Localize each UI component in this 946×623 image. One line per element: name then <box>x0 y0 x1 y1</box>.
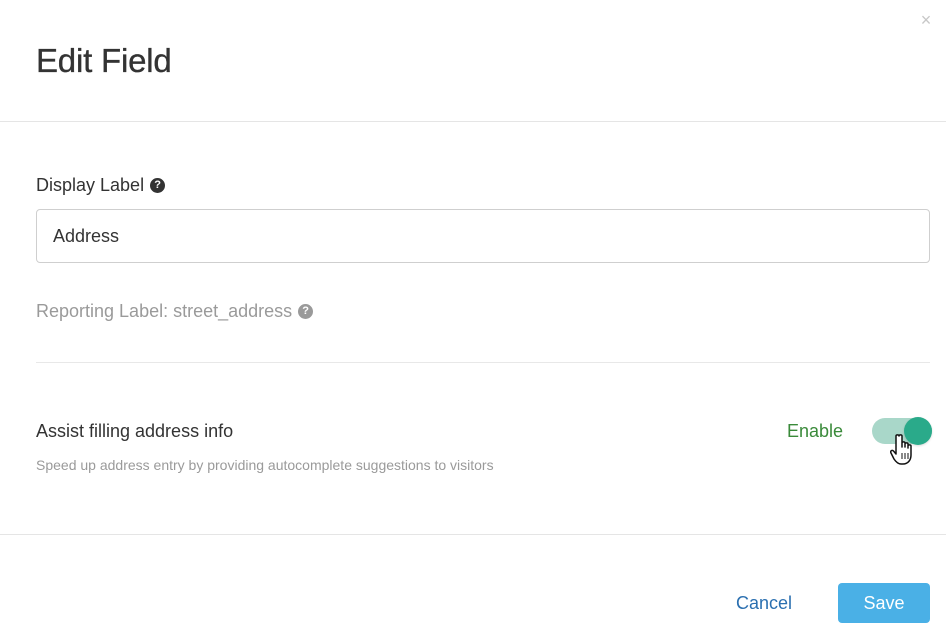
modal-body: Display Label ? Reporting Label: street_… <box>0 121 946 534</box>
section-divider <box>36 362 930 363</box>
enable-label: Enable <box>787 421 844 441</box>
reporting-label-row: Reporting Label: street_address ? <box>36 301 314 322</box>
reporting-label-text: Reporting Label: street_address <box>36 301 293 321</box>
modal-title: Edit Field <box>36 42 172 79</box>
close-icon[interactable]: × <box>918 11 934 29</box>
hand-cursor-icon <box>890 434 912 465</box>
modal-header: Edit Field × <box>0 0 946 122</box>
display-label-input[interactable] <box>36 209 930 263</box>
question-circle-icon[interactable]: ? <box>298 304 314 319</box>
assist-title: Assist filling address info <box>36 421 234 441</box>
display-label-row: Display Label ? <box>36 175 166 196</box>
assist-description: Speed up address entry by providing auto… <box>36 457 494 473</box>
cancel-button[interactable]: Cancel <box>720 583 808 623</box>
question-circle-icon[interactable]: ? <box>150 178 166 193</box>
display-label-text: Display Label <box>36 175 145 195</box>
modal-footer: Cancel Save <box>0 534 946 623</box>
save-button[interactable]: Save <box>838 583 930 623</box>
edit-field-modal: Edit Field × Display Label ? Reporting L… <box>0 0 946 623</box>
